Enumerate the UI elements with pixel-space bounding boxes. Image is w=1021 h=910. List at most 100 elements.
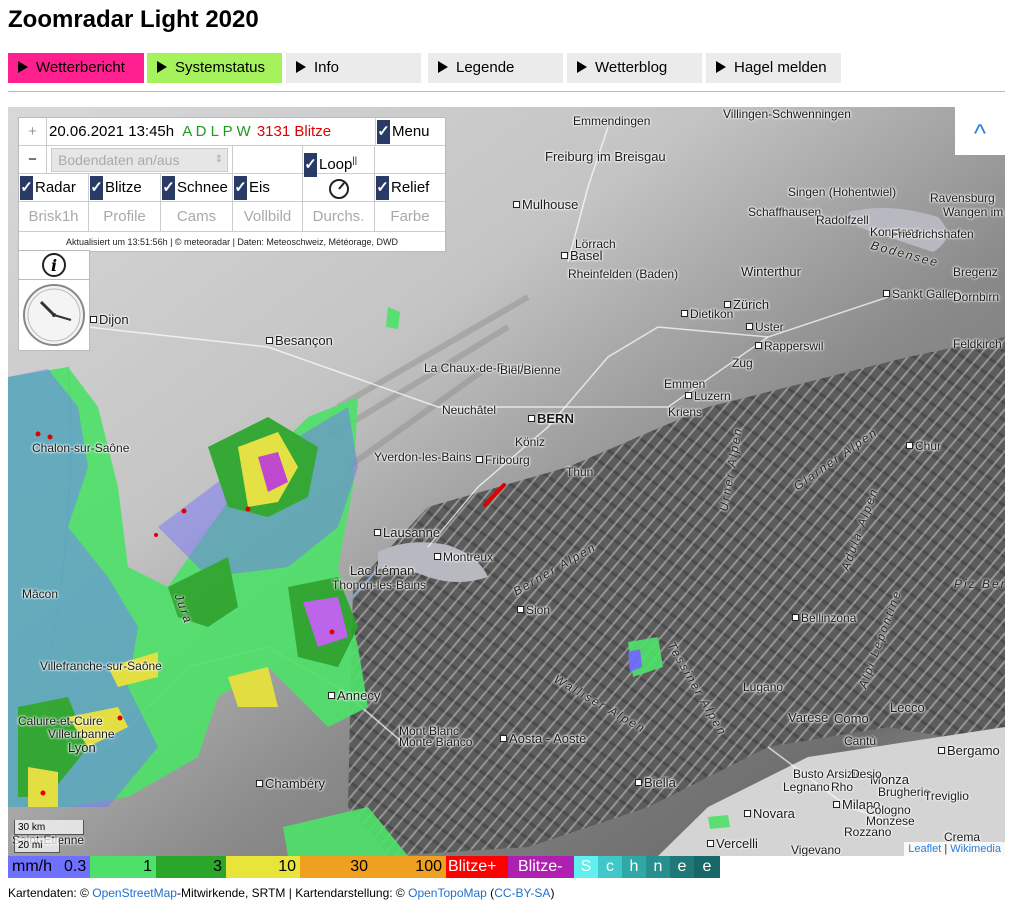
place-label: Brugherio: [878, 785, 931, 799]
layer-eis-toggle[interactable]: ✓ Eis: [233, 174, 303, 202]
radar-map[interactable]: Villingen-Schwenningen Emmendingen Freib…: [8, 107, 1005, 856]
legend-bin: 1: [90, 856, 156, 878]
place-label: Caluire-et-Cuire: [18, 714, 103, 728]
legend-bin: 100: [372, 856, 446, 878]
place-label: Monte Bianco: [399, 735, 473, 749]
osm-link[interactable]: OpenStreetMap: [92, 886, 177, 900]
play-icon: [157, 61, 167, 73]
place-label: Rozzano: [844, 825, 892, 839]
place-label: Annecy: [328, 688, 380, 703]
place-label: Zug: [732, 356, 753, 370]
farbe-button[interactable]: Farbe: [375, 202, 445, 232]
place-label: Emmendingen: [573, 114, 651, 128]
menu-button[interactable]: ✓ Menu: [375, 118, 445, 146]
select-arrows-icon: ⇕: [214, 154, 223, 165]
place-label: Treviglio: [924, 789, 969, 803]
place-label: Montreux: [434, 550, 493, 564]
place-label: Villeurbanne: [48, 727, 115, 741]
vollbild-button[interactable]: Vollbild: [233, 202, 303, 232]
nav-hagel-melden[interactable]: Hagel melden: [706, 53, 841, 83]
place-label: Wangen im Allgäu: [943, 205, 1005, 219]
play-icon: [438, 61, 448, 73]
place-label: Winterthur: [741, 264, 801, 279]
place-label: Kriens: [668, 405, 703, 419]
place-label: Novara: [744, 806, 795, 821]
zoom-out-button[interactable]: −: [19, 146, 47, 174]
color-legend: mm/h 0.3 1 3 10 30 100 Blitze+ Blitze- S …: [8, 856, 720, 878]
layer-relief-toggle[interactable]: ✓ Relief: [375, 174, 445, 202]
nav-wetterblog[interactable]: Wetterblog: [567, 53, 702, 83]
nav-wetterbericht[interactable]: Wetterbericht: [8, 53, 144, 83]
strike-count: 3131 Blitze: [256, 123, 332, 140]
page-title: Zoomradar Light 2020: [8, 6, 259, 33]
place-label: Dornbirn: [953, 290, 1000, 304]
leaflet-link[interactable]: Leaflet: [908, 843, 941, 855]
clock-icon: [23, 284, 85, 346]
profile-button[interactable]: Profile: [89, 202, 161, 232]
map-attribution: Leaflet | Wikimedia: [904, 842, 1005, 856]
bodendaten-select[interactable]: Bodendaten an/aus ⇕: [47, 146, 233, 174]
play-icon: [296, 61, 306, 73]
legend-bin: 30: [300, 856, 372, 878]
layer-blitze-toggle[interactable]: ✓ Blitze: [89, 174, 161, 202]
place-label: Vigevano: [791, 843, 841, 856]
opentopomap-link[interactable]: OpenTopoMap: [408, 886, 487, 900]
place-label: Neuchâtel: [442, 403, 497, 417]
place-label: Uster: [746, 320, 784, 334]
place-label: Villefranche-sur-Saône: [40, 659, 162, 673]
place-label: Ravensburg: [930, 191, 995, 205]
scroll-top-button[interactable]: ^: [955, 107, 1005, 155]
blank-cell: [375, 146, 445, 174]
legend-snow: S: [574, 856, 598, 878]
layer-radar-toggle[interactable]: ✓ Radar: [19, 174, 89, 202]
place-label: Chur: [906, 439, 941, 453]
place-label: Freiburg im Breisgau: [545, 149, 666, 164]
zoom-in-button[interactable]: +: [19, 118, 47, 146]
update-info: Aktualisiert um 13:51:56h | © meteoradar…: [66, 237, 398, 247]
place-label: Piz Bernina: [954, 577, 1005, 591]
legend-blitze-neg: Blitze-: [508, 856, 574, 878]
legend-bin: 10: [226, 856, 300, 878]
nav-info[interactable]: Info: [286, 53, 421, 83]
place-label: Cantù: [844, 734, 877, 748]
place-label: Rho: [831, 780, 854, 794]
wikimedia-link[interactable]: Wikimedia: [950, 843, 1001, 855]
place-label: Chambéry: [256, 776, 325, 791]
loop-toggle[interactable]: ✓ Loop||: [303, 146, 375, 178]
place-label: Dijon: [90, 312, 129, 327]
legend-bin: 3: [156, 856, 226, 878]
nav-systemstatus[interactable]: Systemstatus: [147, 53, 282, 83]
durchs-button[interactable]: Durchs.: [303, 202, 375, 232]
play-icon: [577, 61, 587, 73]
place-label: Feldkirch: [953, 337, 1002, 351]
play-icon: [18, 61, 28, 73]
place-label: Mulhouse: [513, 197, 578, 212]
check-icon: ✓: [90, 176, 103, 201]
nav-legende[interactable]: Legende: [428, 53, 563, 83]
place-label: Biella: [635, 775, 676, 790]
legend-snow: c: [598, 856, 622, 878]
check-icon: ✓: [162, 176, 175, 201]
data-sources: A D L P W: [182, 123, 251, 140]
place-label: Chalon-sur-Saône: [32, 441, 130, 455]
datetime-status: 20.06.2021 13:45h A D L P W 3131 Blitze: [47, 118, 375, 146]
brisk1h-button[interactable]: Brisk1h: [19, 202, 89, 232]
info-button[interactable]: i: [18, 250, 90, 280]
license-link[interactable]: CC-BY-SA: [494, 886, 550, 900]
place-label: Lyon: [68, 740, 96, 755]
footer-attribution: Kartendaten: © OpenStreetMap-Mitwirkende…: [8, 886, 555, 900]
place-label: Luzern: [685, 389, 731, 403]
layer-schnee-toggle[interactable]: ✓ Schnee: [161, 174, 233, 202]
speed-button[interactable]: [303, 174, 375, 202]
divider: [8, 91, 1005, 92]
place-label: Thun: [566, 465, 594, 479]
place-label: Biel/Bienne: [500, 363, 561, 377]
place-label: Yverdon-les-Bains: [374, 450, 472, 464]
clock-button[interactable]: [18, 279, 90, 351]
control-panel: + 20.06.2021 13:45h A D L P W 3131 Blitz…: [18, 117, 446, 252]
place-label-capital: BERN: [528, 411, 574, 426]
place-label: Rheinfelden (Baden): [568, 267, 679, 281]
place-label: Como: [834, 711, 869, 726]
cams-button[interactable]: Cams: [161, 202, 233, 232]
place-label: Radolfzell: [816, 213, 869, 227]
